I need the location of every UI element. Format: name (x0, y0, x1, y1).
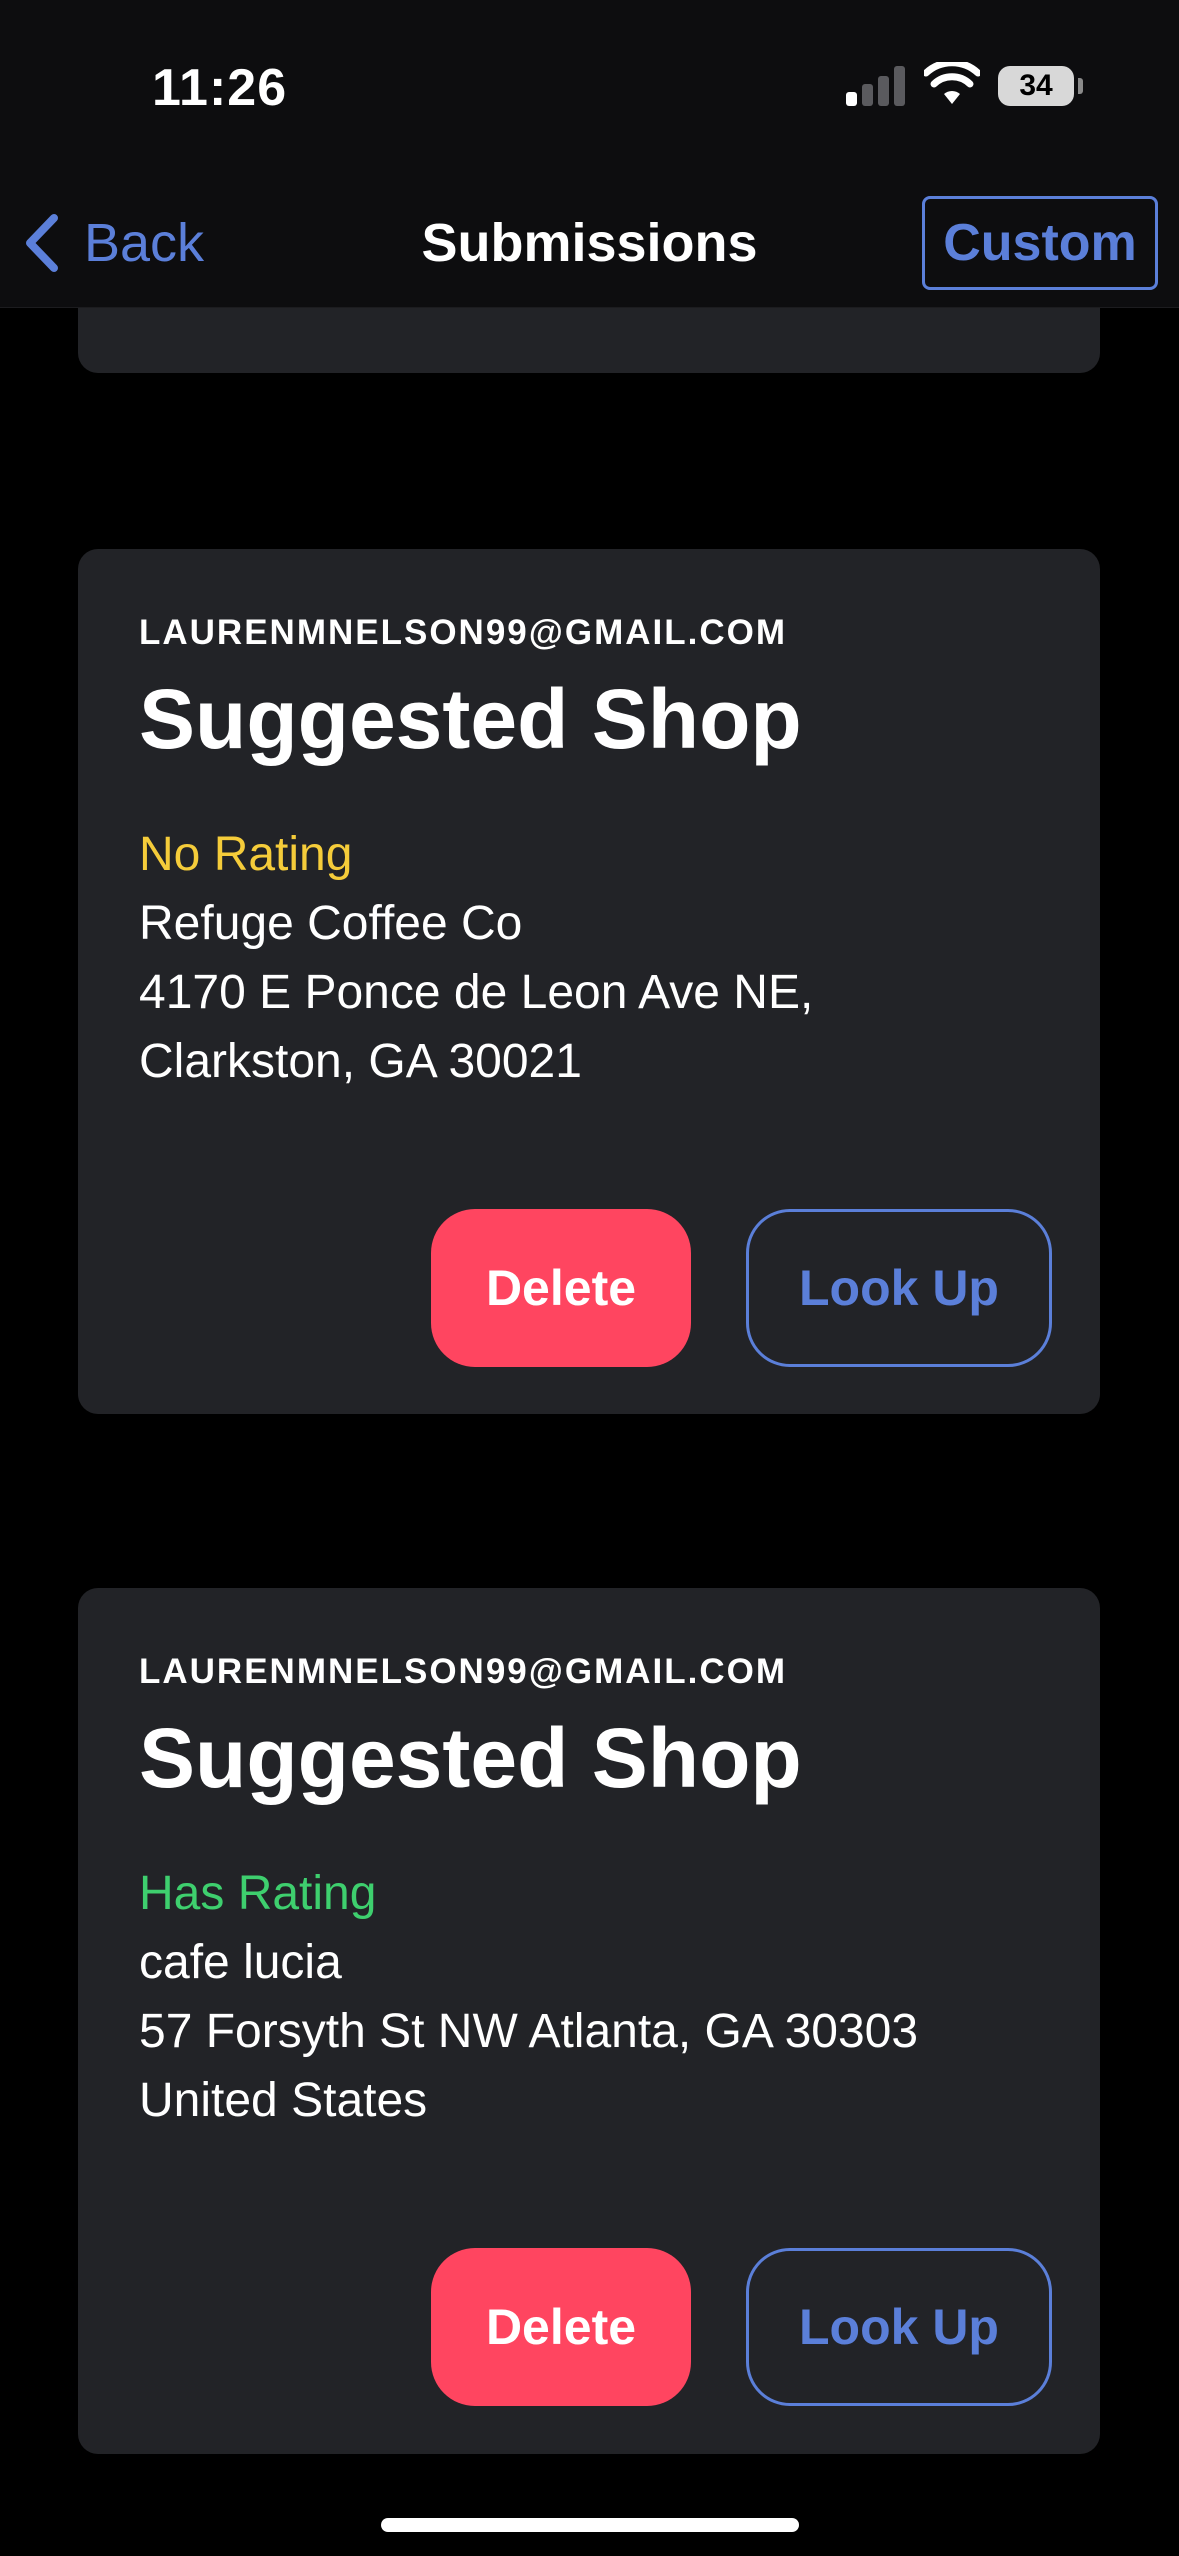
look-up-button[interactable]: Look Up (746, 2248, 1052, 2406)
cellular-signal-icon (846, 66, 906, 106)
battery-icon: 34 (998, 66, 1074, 106)
delete-button[interactable]: Delete (431, 1209, 691, 1367)
navigation-bar: 11:26 34 Back Submissions Custom (0, 0, 1179, 308)
submitter-email: LAURENMNELSON99@GMAIL.COM (139, 1652, 788, 1691)
rating-status: No Rating (139, 828, 353, 881)
look-up-button[interactable]: Look Up (746, 1209, 1052, 1367)
address-line-2: United States (139, 2074, 428, 2127)
card-title: Suggested Shop (139, 672, 802, 766)
status-time: 11:26 (152, 59, 288, 117)
rating-status: Has Rating (139, 1867, 377, 1920)
submission-card: LAURENMNELSON99@GMAIL.COM Suggested Shop… (78, 1588, 1100, 2454)
address-line-2: Clarkston, GA 30021 (139, 1035, 582, 1088)
chevron-left-icon (26, 214, 58, 272)
address-line-1: 4170 E Ponce de Leon Ave NE, (139, 966, 814, 1019)
delete-button[interactable]: Delete (431, 2248, 691, 2406)
wifi-icon (924, 62, 980, 104)
submitter-email: LAURENMNELSON99@GMAIL.COM (139, 613, 788, 652)
battery-level: 34 (1019, 69, 1053, 102)
address-line-1: 57 Forsyth St NW Atlanta, GA 30303 (139, 2005, 919, 2058)
battery-tip (1078, 78, 1083, 94)
shop-name: Refuge Coffee Co (139, 897, 523, 950)
submission-card: LAURENMNELSON99@GMAIL.COM Suggested Shop… (78, 549, 1100, 1414)
card-title: Suggested Shop (139, 1711, 802, 1805)
shop-name: cafe lucia (139, 1936, 342, 1989)
back-label: Back (84, 213, 205, 273)
back-button[interactable]: Back (22, 208, 204, 278)
home-indicator[interactable] (381, 2518, 799, 2532)
custom-button[interactable]: Custom (922, 196, 1158, 290)
